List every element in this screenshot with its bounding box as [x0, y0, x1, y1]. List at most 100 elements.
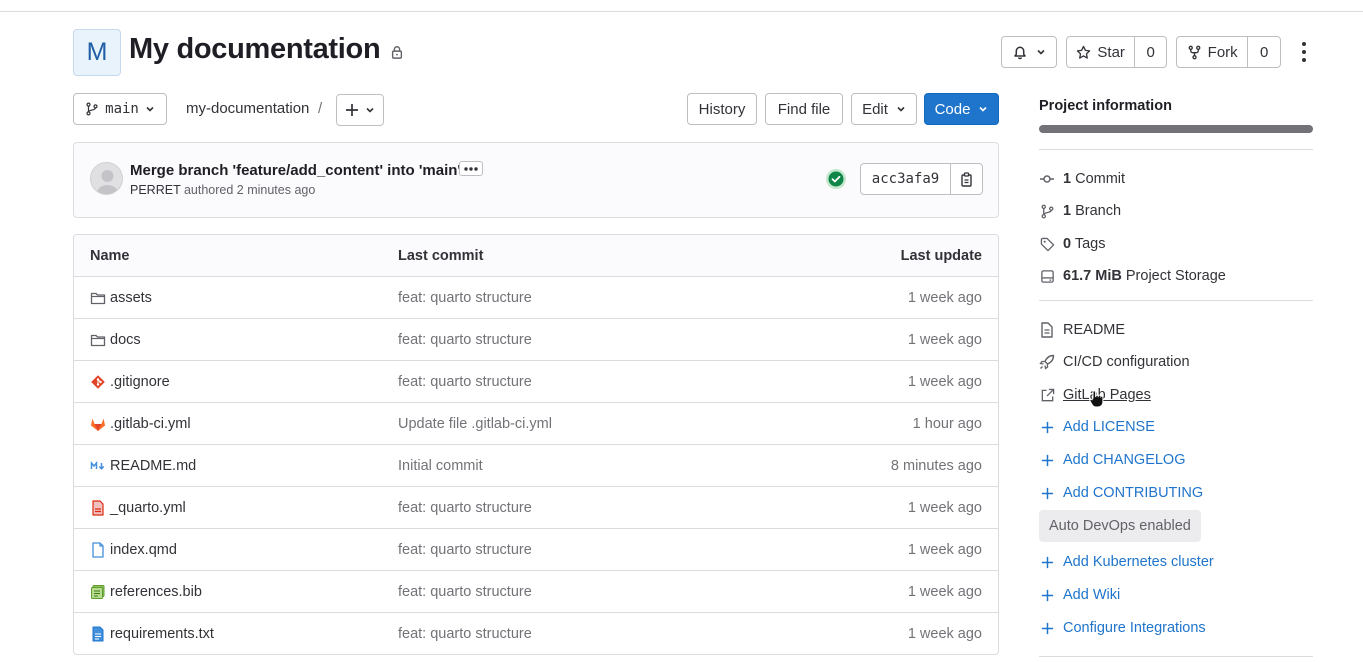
file-updated-time: 1 week ago — [907, 542, 982, 558]
tag-icon — [1040, 237, 1054, 251]
branch-icon — [86, 102, 98, 116]
markdown-icon — [90, 458, 106, 474]
add-contributing-label: Add CONTRIBUTING — [1063, 485, 1204, 501]
pipeline-passed-icon[interactable] — [825, 168, 847, 190]
divider — [1039, 300, 1313, 301]
commits-link[interactable]: 1 Commit — [1039, 168, 1125, 190]
table-row[interactable]: requirements.txt feat: quarto structure 1 … — [74, 613, 998, 654]
branch-icon — [1040, 204, 1054, 218]
project-title: My documentation — [129, 33, 381, 65]
branches-count: 1 — [1063, 203, 1072, 219]
plus-icon — [1041, 487, 1053, 499]
auto-devops-badge[interactable]: Auto DevOps enabled — [1039, 510, 1201, 542]
copy-sha-button[interactable] — [951, 164, 982, 194]
lock-icon — [391, 46, 403, 59]
add-k8s-label: Add Kubernetes cluster — [1063, 554, 1214, 570]
tags-link[interactable]: 0 Tags — [1039, 233, 1106, 255]
text-file-icon — [90, 626, 106, 642]
add-changelog-label: Add CHANGELOG — [1063, 452, 1186, 468]
configure-integrations-link[interactable]: Configure Integrations — [1039, 617, 1206, 639]
author-avatar[interactable] — [90, 162, 123, 195]
file-name-link[interactable]: references.bib — [110, 584, 202, 600]
file-name-link[interactable]: index.qmd — [110, 542, 177, 558]
storage-link[interactable]: 61.7 MiB Project Storage — [1039, 265, 1226, 287]
file-commit-link[interactable]: feat: quarto structure — [398, 626, 532, 642]
yaml-file-icon — [90, 500, 106, 516]
file-name-link[interactable]: .gitlab-ci.yml — [110, 416, 191, 432]
branch-selector[interactable]: main — [73, 93, 167, 125]
file-commit-link[interactable]: Initial commit — [398, 458, 483, 474]
branches-link[interactable]: 1 Branch — [1039, 200, 1121, 222]
table-row[interactable]: index.qmd feat: quarto structure 1 week ag… — [74, 529, 998, 571]
file-commit-link[interactable]: feat: quarto structure — [398, 332, 532, 348]
copy-icon — [960, 171, 972, 187]
history-button[interactable]: History — [687, 93, 757, 125]
folder-icon — [90, 290, 106, 306]
add-license-link[interactable]: Add LICENSE — [1039, 416, 1155, 438]
table-row[interactable]: docs feat: quarto structure 1 week ago — [74, 319, 998, 361]
file-updated-time: 1 week ago — [907, 290, 982, 306]
file-name-link[interactable]: .gitignore — [110, 374, 170, 390]
project-info-bar — [1039, 125, 1313, 133]
chevron-down-icon — [979, 106, 987, 112]
edit-button[interactable]: Edit — [851, 93, 917, 125]
find-file-button[interactable]: Find file — [765, 93, 843, 125]
add-to-tree-button[interactable] — [336, 94, 384, 126]
table-row[interactable]: assets feat: quarto structure 1 week ago — [74, 277, 998, 319]
external-link-icon — [1041, 388, 1054, 401]
hand-cursor-icon — [1089, 390, 1104, 408]
add-wiki-label: Add Wiki — [1063, 587, 1121, 603]
toggle-commit-description-button[interactable] — [459, 161, 483, 176]
add-changelog-link[interactable]: Add CHANGELOG — [1039, 449, 1186, 471]
table-header: Name Last commit Last update — [74, 235, 998, 277]
file-name-link[interactable]: README.md — [110, 458, 196, 474]
commit-title-link[interactable]: Merge branch 'feature/add_content' into … — [130, 162, 461, 179]
project-avatar[interactable]: M — [73, 29, 121, 76]
add-wiki-link[interactable]: Add Wiki — [1039, 584, 1120, 606]
chevron-down-icon — [366, 107, 374, 113]
table-row[interactable]: _quarto.yml feat: quarto structure 1 week … — [74, 487, 998, 529]
file-commit-link[interactable]: feat: quarto structure — [398, 500, 532, 516]
readme-link[interactable]: README — [1039, 319, 1125, 341]
file-commit-link[interactable]: feat: quarto structure — [398, 290, 532, 306]
commit-sha[interactable]: acc3afa9 — [861, 164, 951, 194]
add-license-label: Add LICENSE — [1063, 419, 1155, 435]
file-name-link[interactable]: assets — [110, 290, 152, 306]
file-updated-time: 1 week ago — [907, 626, 982, 642]
file-name-link[interactable]: docs — [110, 332, 141, 348]
table-row[interactable]: .gitignore feat: quarto structure 1 week a… — [74, 361, 998, 403]
add-contributing-link[interactable]: Add CONTRIBUTING — [1039, 482, 1203, 504]
file-commit-link[interactable]: feat: quarto structure — [398, 584, 532, 600]
file-commit-link[interactable]: feat: quarto structure — [398, 542, 532, 558]
table-row[interactable]: .gitlab-ci.yml Update file .gitlab-ci.yml… — [74, 403, 998, 445]
divider — [1039, 656, 1313, 657]
storage-size: 61.7 MiB — [1063, 268, 1122, 284]
document-icon — [1041, 322, 1053, 338]
file-name-link[interactable]: requirements.txt — [110, 626, 214, 642]
tags-label: Tags — [1074, 236, 1106, 252]
code-button[interactable]: Code — [924, 93, 999, 125]
readme-label: README — [1063, 322, 1126, 338]
plus-icon — [1041, 589, 1053, 601]
file-updated-time: 1 week ago — [907, 332, 982, 348]
edit-label: Edit — [862, 100, 888, 118]
commit-author-link[interactable]: PERRET — [130, 183, 180, 197]
breadcrumb-project[interactable]: my-documentation — [186, 100, 309, 117]
commits-label: Commit — [1075, 171, 1126, 187]
commit-sha-group: acc3afa9 — [860, 163, 983, 195]
file-commit-link[interactable]: Update file .gitlab-ci.yml — [398, 416, 552, 432]
add-kubernetes-cluster-link[interactable]: Add Kubernetes cluster — [1039, 551, 1214, 573]
project-info-title: Project information — [1039, 98, 1172, 114]
file-updated-time: 1 hour ago — [912, 416, 982, 432]
cicd-configuration-link[interactable]: CI/CD configuration — [1039, 351, 1190, 373]
column-last-commit-header: Last commit — [398, 248, 484, 264]
file-commit-link[interactable]: feat: quarto structure — [398, 374, 532, 390]
table-row[interactable]: README.md Initial commit 8 minutes ago — [74, 445, 998, 487]
plus-icon — [1041, 556, 1053, 568]
table-row[interactable]: references.bib feat: quarto structure 1 we… — [74, 571, 998, 613]
user-avatar-icon — [96, 170, 119, 194]
file-name-link[interactable]: _quarto.yml — [110, 500, 186, 516]
file-updated-time: 1 week ago — [907, 500, 982, 516]
file-updated-time: 1 week ago — [907, 374, 982, 390]
ellipsis-icon — [464, 166, 478, 171]
